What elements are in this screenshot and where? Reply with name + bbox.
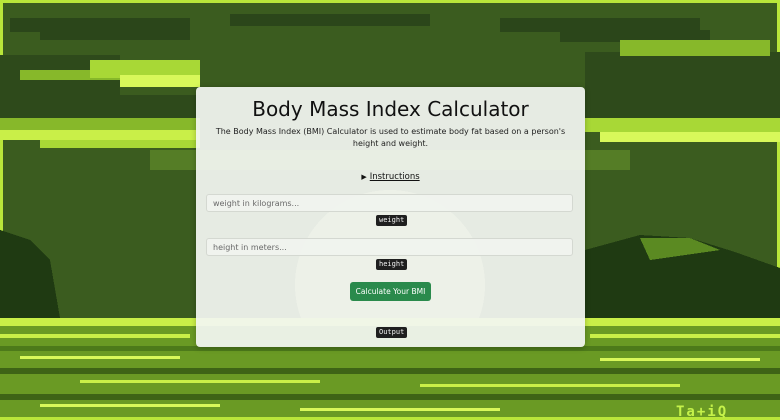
instructions-toggle[interactable]: ▶ Instructions xyxy=(196,172,585,182)
weight-tag: weight xyxy=(376,215,408,226)
page-title: Body Mass Index Calculator xyxy=(252,97,529,121)
height-tag: height xyxy=(376,259,408,270)
output-tag: Output xyxy=(376,327,408,338)
artist-signature: Ta+iQ xyxy=(676,404,729,420)
height-input[interactable] xyxy=(206,238,573,256)
bmi-calculator-card: Body Mass Index Calculator The Body Mass… xyxy=(196,87,585,347)
calculate-bmi-button[interactable]: Calculate Your BMI xyxy=(350,282,431,301)
instructions-label[interactable]: Instructions xyxy=(370,172,420,182)
calculator-description: The Body Mass Index (BMI) Calculator is … xyxy=(215,127,566,148)
disclosure-triangle-icon: ▶ xyxy=(361,173,367,181)
weight-input[interactable] xyxy=(206,194,573,212)
